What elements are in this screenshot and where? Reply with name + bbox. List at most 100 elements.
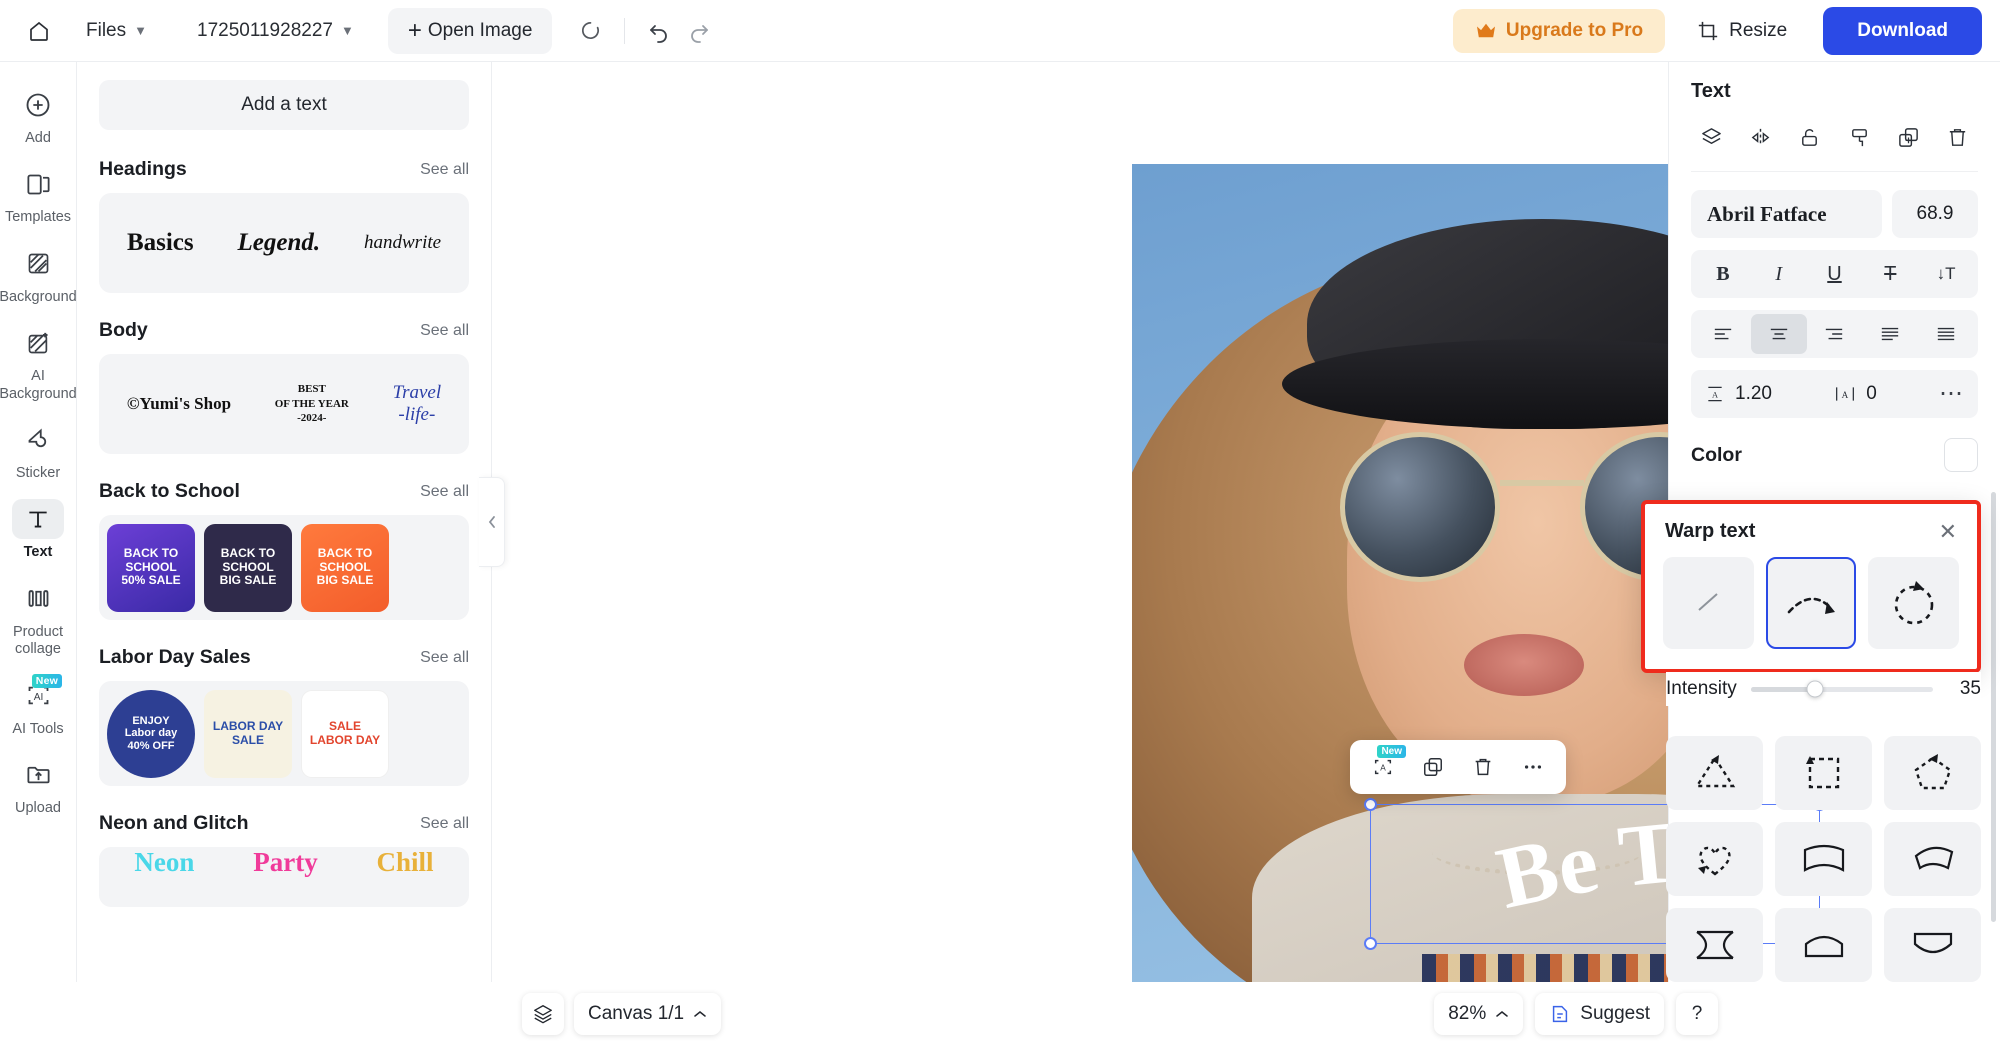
canvas-pages-label: Canvas 1/1: [588, 1003, 685, 1024]
home-button[interactable]: [18, 10, 60, 52]
sidebar-label: Background: [0, 288, 77, 305]
image-editor-app: Files ▼ 1725011928227 ▼ + Open Image Upg…: [0, 0, 2000, 1046]
italic-button[interactable]: I: [1751, 254, 1807, 294]
warp-heart-shape[interactable]: [1666, 822, 1763, 896]
template-thumbnail[interactable]: SALE LABOR DAY: [301, 689, 389, 778]
line-height-value[interactable]: 1.20: [1735, 383, 1772, 405]
resize-button[interactable]: Resize: [1681, 9, 1803, 53]
collapse-panel-button[interactable]: [479, 477, 505, 567]
warp-bowtie-shape[interactable]: [1666, 908, 1763, 982]
font-chip[interactable]: handwrite: [364, 232, 441, 254]
download-button[interactable]: Download: [1823, 6, 1982, 55]
template-thumbnail[interactable]: LABOR DAY SALE: [204, 689, 292, 778]
resize-handle-top-left[interactable]: [1364, 798, 1377, 811]
template-thumbnail[interactable]: BACK TO SCHOOL BIG SALE: [301, 523, 389, 612]
underline-button[interactable]: U: [1807, 254, 1863, 294]
right-panel-scrollbar[interactable]: [1991, 492, 1996, 922]
duplicate-button[interactable]: [1410, 746, 1456, 788]
section-header-labor-day-sales: Labor Day Sales See all: [99, 646, 469, 669]
upgrade-to-pro-button[interactable]: Upgrade to Pro: [1452, 8, 1666, 53]
font-chip[interactable]: Basics: [127, 229, 194, 257]
letter-spacing-value[interactable]: 0: [1866, 383, 1877, 405]
warp-square-shape[interactable]: [1775, 736, 1872, 810]
redo-button[interactable]: [679, 11, 719, 51]
template-thumbnail[interactable]: ENJOY Labor day 40% OFF: [107, 689, 195, 778]
warp-fan-shape[interactable]: [1884, 822, 1981, 896]
photo-lens-left: [1340, 432, 1500, 582]
font-chip[interactable]: Travel -life-: [393, 382, 442, 426]
text-direction-button[interactable]: ↓T: [1918, 254, 1974, 294]
diagonal-line-icon: [1698, 593, 1718, 611]
warp-valley-shape[interactable]: [1884, 908, 1981, 982]
font-chip[interactable]: Party: [253, 847, 317, 878]
font-family-select[interactable]: Abril Fatface: [1691, 190, 1882, 238]
intensity-slider[interactable]: [1750, 680, 1933, 698]
sidebar-item-ai-background[interactable]: AI Background: [0, 316, 76, 407]
resize-handle-bottom-left[interactable]: [1364, 937, 1377, 950]
template-thumbnail[interactable]: BACK TO SCHOOL BIG SALE: [204, 523, 292, 612]
sidebar-item-background[interactable]: Background: [0, 237, 77, 310]
intensity-slider-knob[interactable]: [1806, 680, 1824, 698]
font-chip[interactable]: ©Yumi's Shop: [127, 394, 231, 414]
intensity-row: Intensity 35: [1666, 672, 1981, 706]
align-distribute-button[interactable]: [1918, 314, 1974, 354]
font-chip[interactable]: BEST OF THE YEAR -2024-: [275, 382, 349, 427]
layers-panel-button[interactable]: [522, 993, 564, 1035]
more-options-button[interactable]: [1510, 746, 1556, 788]
sidebar-item-text[interactable]: Text: [2, 492, 74, 565]
template-thumbnail[interactable]: BACK TO SCHOOL 50% SALE: [107, 523, 195, 612]
section-header-headings: Headings See all: [99, 158, 469, 181]
align-right-button[interactable]: [1807, 314, 1863, 354]
see-all-back-to-school[interactable]: See all: [420, 483, 469, 501]
files-menu[interactable]: Files ▼: [74, 12, 159, 50]
see-all-neon[interactable]: See all: [420, 815, 469, 833]
warp-pentagon-shape[interactable]: [1884, 736, 1981, 810]
sidebar-item-upload[interactable]: Upload: [2, 748, 74, 821]
ai-text-button[interactable]: A New: [1360, 745, 1406, 788]
see-all-headings[interactable]: See all: [420, 161, 469, 179]
warp-arc-option[interactable]: [1765, 557, 1857, 649]
warp-triangle-shape[interactable]: [1666, 736, 1763, 810]
body-card: ©Yumi's Shop BEST OF THE YEAR -2024- Tra…: [99, 354, 469, 454]
document-name-menu[interactable]: 1725011928227 ▼: [185, 12, 366, 50]
see-all-body[interactable]: See all: [420, 322, 469, 340]
sidebar-item-ai-tools[interactable]: AI New AI Tools: [2, 669, 74, 742]
open-image-button[interactable]: + Open Image: [387, 7, 553, 54]
sidebar-item-product-collage[interactable]: Product collage: [2, 572, 74, 663]
lock-button[interactable]: [1790, 119, 1830, 155]
align-distribute-icon: [1937, 327, 1955, 341]
align-center-button[interactable]: [1750, 314, 1807, 354]
top-toolbar: Files ▼ 1725011928227 ▼ + Open Image Upg…: [0, 0, 2000, 62]
font-chip[interactable]: Chill: [377, 847, 434, 878]
sidebar-item-sticker[interactable]: Sticker: [2, 413, 74, 486]
delete-button[interactable]: [1938, 119, 1978, 155]
align-left-button[interactable]: [1695, 314, 1751, 354]
suggest-button[interactable]: Suggest: [1535, 993, 1664, 1035]
help-button[interactable]: ?: [1676, 993, 1718, 1035]
warp-text-popup: Warp text ✕: [1641, 500, 1981, 673]
font-chip[interactable]: Legend.: [238, 229, 321, 257]
add-a-text-button[interactable]: Add a text: [99, 80, 469, 130]
font-chip[interactable]: Neon: [134, 847, 194, 878]
font-size-input[interactable]: 68.9: [1892, 190, 1978, 238]
flip-button[interactable]: [1740, 119, 1780, 155]
layers-button[interactable]: [1691, 119, 1731, 155]
close-icon[interactable]: ✕: [1939, 520, 1957, 543]
warp-none-option[interactable]: [1663, 557, 1754, 649]
warp-circle-option[interactable]: [1868, 557, 1960, 649]
undo-button[interactable]: [639, 11, 679, 51]
delete-button[interactable]: [1460, 746, 1506, 788]
bold-button[interactable]: B: [1695, 254, 1751, 294]
paint-format-button[interactable]: [1839, 119, 1879, 155]
warp-arch-up-shape[interactable]: [1775, 822, 1872, 896]
canvas-pages-button[interactable]: Canvas 1/1: [574, 993, 722, 1035]
warp-hill-shape[interactable]: [1775, 908, 1872, 982]
sidebar-item-add[interactable]: Add: [2, 78, 74, 151]
strikethrough-button[interactable]: T: [1862, 254, 1918, 294]
align-justify-button[interactable]: [1862, 314, 1918, 354]
zoom-control[interactable]: 82%: [1434, 993, 1524, 1035]
see-all-labor-day[interactable]: See all: [420, 649, 469, 667]
duplicate-button[interactable]: [1889, 119, 1929, 155]
sidebar-item-templates[interactable]: Templates: [2, 157, 74, 230]
color-swatch[interactable]: [1944, 438, 1978, 472]
